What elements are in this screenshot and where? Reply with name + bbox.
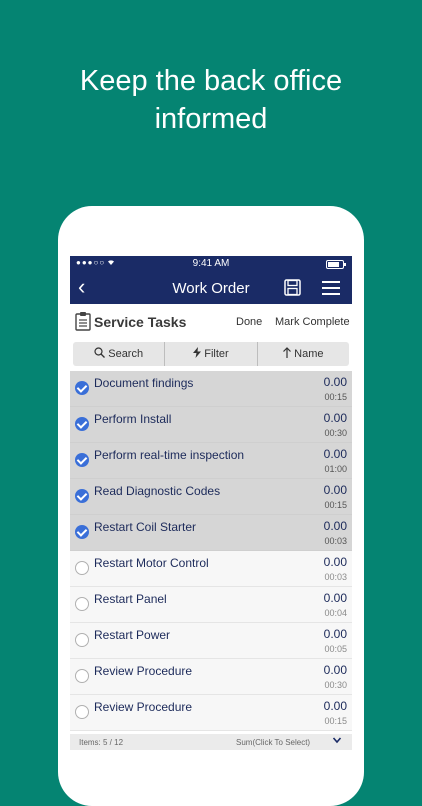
page-title: Work Order	[172, 280, 250, 297]
list-toolbar: Search Filter Name	[73, 342, 349, 366]
task-name: Document findings	[94, 376, 194, 390]
task-value: 0.00	[323, 627, 347, 641]
task-duration: 00:30	[324, 428, 347, 438]
checked-circle-icon[interactable]	[75, 417, 89, 431]
task-name: Perform real-time inspection	[94, 448, 245, 462]
task-duration: 00:04	[324, 608, 347, 618]
clipboard-icon	[75, 311, 91, 331]
task-row[interactable]: Restart Power 0.00 00:05	[70, 623, 352, 659]
task-row[interactable]: Perform Install 0.00 00:30	[70, 407, 352, 443]
task-row[interactable]: Read Diagnostic Codes 0.00 00:15	[70, 479, 352, 515]
unchecked-circle-icon[interactable]	[75, 669, 89, 683]
checked-circle-icon[interactable]	[75, 525, 89, 539]
filter-button[interactable]: Filter	[165, 342, 258, 366]
task-row[interactable]: Restart Panel 0.00 00:04	[70, 587, 352, 623]
battery-icon	[326, 260, 346, 269]
task-value: 0.00	[323, 663, 347, 677]
task-name: Restart Power	[94, 628, 171, 642]
task-duration: 00:15	[324, 716, 347, 726]
task-row[interactable]: Restart Coil Starter 0.00 00:03	[70, 515, 352, 551]
task-row[interactable]: Perform real-time inspection 0.00 01:00	[70, 443, 352, 479]
chevron-down-icon[interactable]	[332, 735, 342, 748]
search-icon	[94, 347, 106, 361]
search-label: Search	[108, 348, 144, 360]
task-duration: 00:15	[324, 392, 347, 402]
task-row[interactable]: Review Procedure 0.00 00:15	[70, 695, 352, 731]
task-value: 0.00	[323, 375, 347, 389]
app-screen: ●●●○○ 9:41 AM ‹ Work Order Service Tasks…	[70, 256, 352, 750]
search-button[interactable]: Search	[73, 342, 166, 366]
task-list: Document findings 0.00 00:15 Perform Instal…	[70, 371, 352, 731]
headline-line-2: informed	[154, 103, 268, 135]
task-row[interactable]: Restart Motor Control 0.00 00:03	[70, 551, 352, 587]
checked-circle-icon[interactable]	[75, 489, 89, 503]
sort-name-label: Name	[294, 348, 324, 360]
task-value: 0.00	[323, 699, 347, 713]
items-count: Items: 5 / 12	[79, 738, 124, 747]
task-value: 0.00	[323, 447, 347, 461]
task-duration: 01:00	[324, 464, 347, 474]
headline: Keep the back office informed	[0, 62, 422, 138]
task-value: 0.00	[323, 483, 347, 497]
task-name: Review Procedure	[94, 664, 193, 678]
task-name: Read Diagnostic Codes	[94, 484, 221, 498]
task-duration: 00:03	[324, 572, 347, 582]
lightning-icon	[193, 347, 202, 361]
task-name: Review Procedure	[94, 700, 193, 714]
unchecked-circle-icon[interactable]	[75, 705, 89, 719]
section-title: Service Tasks	[94, 314, 187, 330]
unchecked-circle-icon[interactable]	[75, 597, 89, 611]
nav-bar: ‹ Work Order	[70, 272, 352, 304]
unchecked-circle-icon[interactable]	[75, 561, 89, 575]
task-value: 0.00	[323, 519, 347, 533]
save-icon[interactable]	[284, 279, 302, 297]
checked-circle-icon[interactable]	[75, 453, 89, 467]
task-duration: 00:03	[324, 536, 347, 546]
sort-name-button[interactable]: Name	[258, 342, 349, 366]
task-value: 0.00	[323, 411, 347, 425]
task-value: 0.00	[323, 591, 347, 605]
task-row[interactable]: Review Procedure 0.00 00:30	[70, 659, 352, 695]
task-name: Restart Panel	[94, 592, 167, 606]
task-duration: 00:30	[324, 680, 347, 690]
task-row[interactable]: Document findings 0.00 00:15	[70, 371, 352, 407]
status-time: 9:41 AM	[192, 258, 230, 269]
section-header: Service Tasks Done Mark Complete	[70, 304, 352, 338]
checked-circle-icon[interactable]	[75, 381, 89, 395]
headline-line-1: Keep the back office	[79, 65, 343, 97]
task-duration: 00:15	[324, 500, 347, 510]
list-footer: Items: 5 / 12 Sum(Click To Select)	[70, 734, 352, 750]
unchecked-circle-icon[interactable]	[75, 633, 89, 647]
filter-label: Filter	[204, 348, 229, 360]
mark-complete-button[interactable]: Mark Complete	[275, 316, 350, 328]
arrow-up-icon	[283, 347, 292, 361]
task-value: 0.00	[323, 555, 347, 569]
task-name: Restart Coil Starter	[94, 520, 197, 534]
status-bar: ●●●○○ 9:41 AM	[70, 256, 352, 272]
task-duration: 00:05	[324, 644, 347, 654]
menu-icon[interactable]	[322, 281, 340, 295]
done-button[interactable]: Done	[236, 316, 262, 328]
task-name: Restart Motor Control	[94, 556, 209, 570]
sum-selector[interactable]: Sum(Click To Select)	[236, 738, 310, 747]
task-name: Perform Install	[94, 412, 172, 426]
